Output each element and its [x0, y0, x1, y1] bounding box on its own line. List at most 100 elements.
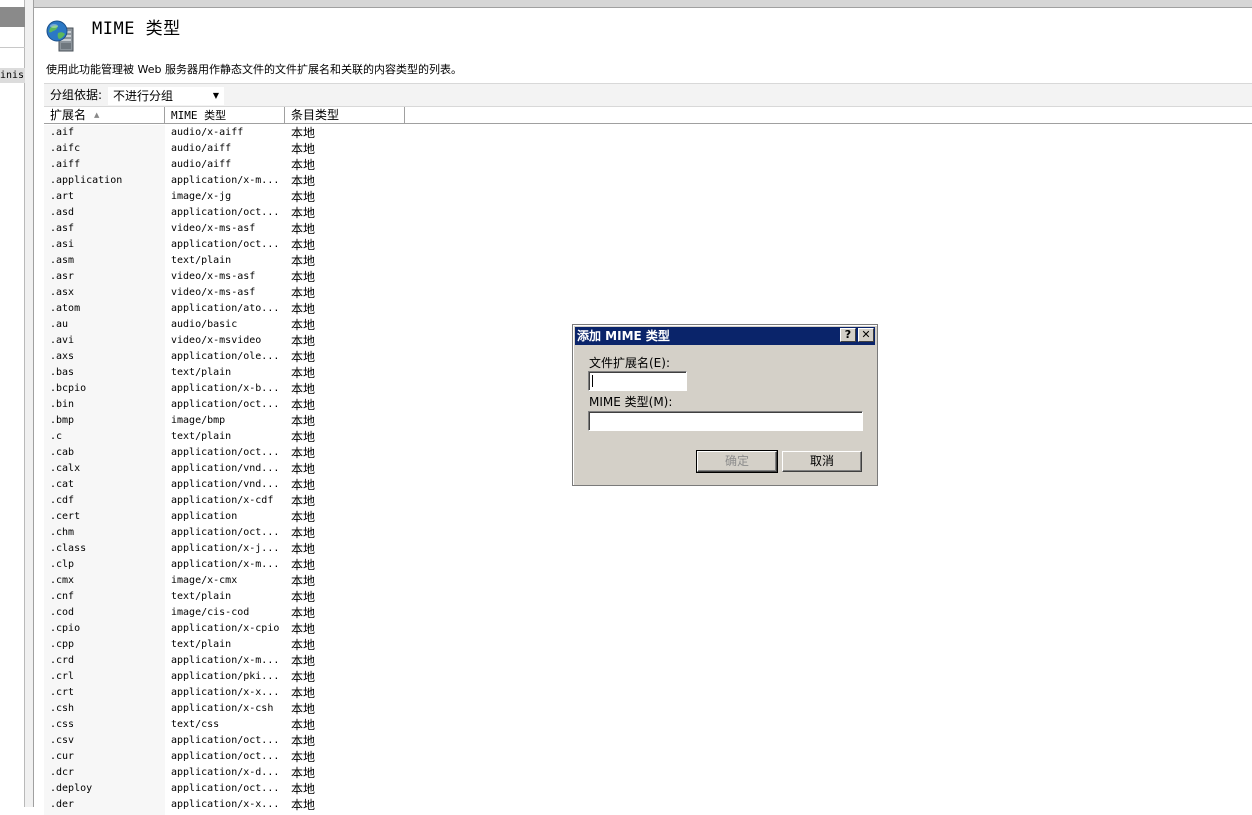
column-header-extension[interactable]: 扩展名 ▲	[44, 107, 165, 124]
entry-type-cell: 本地	[291, 270, 316, 284]
mime-type-cell: image/x-cmx	[171, 575, 238, 586]
table-row[interactable]: .aiff audio/aiff 本地	[44, 157, 1252, 173]
extension-cell: .cod	[50, 607, 75, 618]
mime-type-cell: application/oct...	[171, 207, 280, 218]
entry-type-cell: 本地	[291, 462, 316, 476]
table-row[interactable]: .aif audio/x-aiff 本地	[44, 125, 1252, 141]
table-row[interactable]: .dcr application/x-d... 本地	[44, 765, 1252, 781]
entry-type-cell: 本地	[291, 750, 316, 764]
entry-type-cell: 本地	[291, 638, 316, 652]
top-strip	[34, 0, 1252, 8]
table-row[interactable]: .chm application/oct... 本地	[44, 525, 1252, 541]
mime-type-cell: video/x-ms-asf	[171, 287, 256, 298]
mime-type-cell: image/bmp	[171, 415, 226, 426]
tree-node-selected[interactable]: inis	[0, 68, 25, 83]
table-row[interactable]: .aifc audio/aiff 本地	[44, 141, 1252, 157]
table-row[interactable]: .atom application/ato... 本地	[44, 301, 1252, 317]
mime-type-label: MIME 类型(M):	[589, 395, 673, 409]
extension-cell: .bin	[50, 399, 75, 410]
entry-type-cell: 本地	[291, 430, 316, 444]
table-row[interactable]: .asx video/x-ms-asf 本地	[44, 285, 1252, 301]
cancel-button[interactable]: 取消	[782, 451, 862, 472]
mime-type-field[interactable]	[588, 411, 863, 431]
column-header-mime-type[interactable]: MIME 类型	[165, 107, 285, 124]
table-row[interactable]: .cnf text/plain 本地	[44, 589, 1252, 605]
table-row[interactable]: .art image/x-jg 本地	[44, 189, 1252, 205]
mime-type-cell: text/plain	[171, 367, 232, 378]
entry-type-cell: 本地	[291, 302, 316, 316]
table-row[interactable]: .asd application/oct... 本地	[44, 205, 1252, 221]
mime-type-cell: application/x-d...	[171, 767, 280, 778]
mime-type-cell: video/x-ms-asf	[171, 223, 256, 234]
table-row[interactable]: .der application/x-x... 本地	[44, 797, 1252, 813]
table-row[interactable]: .csh application/x-csh 本地	[44, 701, 1252, 717]
table-row[interactable]: .class application/x-j... 本地	[44, 541, 1252, 557]
extension-field[interactable]	[588, 371, 687, 391]
help-icon[interactable]: ?	[840, 328, 856, 342]
entry-type-cell: 本地	[291, 254, 316, 268]
table-row[interactable]: .cur application/oct... 本地	[44, 749, 1252, 765]
entry-type-cell: 本地	[291, 654, 316, 668]
table-row[interactable]: .deploy application/oct... 本地	[44, 781, 1252, 797]
table-row[interactable]: .asm text/plain 本地	[44, 253, 1252, 269]
extension-cell: .avi	[50, 335, 75, 346]
dropdown-arrow-icon[interactable]: ▼	[209, 88, 223, 104]
entry-type-cell: 本地	[291, 222, 316, 236]
table-row[interactable]: .cpp text/plain 本地	[44, 637, 1252, 653]
ok-button[interactable]: 确定	[696, 450, 778, 473]
dialog-titlebar[interactable]: 添加 MIME 类型 ? ✕	[575, 327, 875, 345]
table-row[interactable]: .cdf application/x-cdf 本地	[44, 493, 1252, 509]
table-row[interactable]: .application application/x-m... 本地	[44, 173, 1252, 189]
entry-type-cell: 本地	[291, 350, 316, 364]
mime-type-cell: application/x-csh	[171, 703, 274, 714]
extension-cell: .cur	[50, 751, 75, 762]
mime-type-cell: application/oct...	[171, 239, 280, 250]
extension-cell: .deploy	[50, 783, 93, 794]
extension-cell: .aiff	[50, 159, 81, 170]
table-row[interactable]: .clp application/x-m... 本地	[44, 557, 1252, 573]
mime-type-cell: text/plain	[171, 639, 232, 650]
mime-type-cell: application/x-b...	[171, 383, 280, 394]
entry-type-cell: 本地	[291, 366, 316, 380]
mime-type-cell: application/x-m...	[171, 559, 280, 570]
extension-cell: .art	[50, 191, 75, 202]
table-row[interactable]: .csv application/oct... 本地	[44, 733, 1252, 749]
extension-cell: .cpio	[50, 623, 81, 634]
column-header-entry-type[interactable]: 条目类型	[285, 107, 405, 124]
extension-label: 文件扩展名(E):	[589, 356, 670, 370]
table-row[interactable]: .crt application/x-x... 本地	[44, 685, 1252, 701]
table-row[interactable]: .asf video/x-ms-asf 本地	[44, 221, 1252, 237]
entry-type-cell: 本地	[291, 190, 316, 204]
table-row[interactable]: .cert application 本地	[44, 509, 1252, 525]
extension-cell: .asd	[50, 207, 75, 218]
table-row[interactable]: .cmx image/x-cmx 本地	[44, 573, 1252, 589]
extension-cell: .class	[50, 543, 87, 554]
mime-type-cell: application	[171, 511, 238, 522]
entry-type-cell: 本地	[291, 158, 316, 172]
close-icon[interactable]: ✕	[858, 328, 874, 342]
entry-type-cell: 本地	[291, 414, 316, 428]
mime-type-cell: audio/aiff	[171, 159, 232, 170]
extension-cell: .cab	[50, 447, 75, 458]
groupby-select[interactable]: 不进行分组 ▼	[108, 87, 224, 105]
table-row[interactable]: .asr video/x-ms-asf 本地	[44, 269, 1252, 285]
extension-cell: .asr	[50, 271, 75, 282]
table-row[interactable]: .cpio application/x-cpio 本地	[44, 621, 1252, 637]
mime-type-cell: image/x-jg	[171, 191, 232, 202]
table-row[interactable]: .crl application/pki... 本地	[44, 669, 1252, 685]
entry-type-cell: 本地	[291, 318, 316, 332]
extension-cell: .cert	[50, 511, 81, 522]
left-pane-tab[interactable]	[0, 7, 25, 27]
extension-cell: .dcr	[50, 767, 75, 778]
pane-splitter[interactable]	[25, 0, 34, 807]
table-row[interactable]: .css text/css 本地	[44, 717, 1252, 733]
entry-type-cell: 本地	[291, 670, 316, 684]
table-row[interactable]: .crd application/x-m... 本地	[44, 653, 1252, 669]
entry-type-cell: 本地	[291, 334, 316, 348]
mime-type-cell: application/x-x...	[171, 799, 280, 810]
entry-type-cell: 本地	[291, 526, 316, 540]
groupby-selected-value: 不进行分组	[113, 89, 174, 103]
table-row[interactable]: .asi application/oct... 本地	[44, 237, 1252, 253]
table-row[interactable]: .cod image/cis-cod 本地	[44, 605, 1252, 621]
extension-cell: .bmp	[50, 415, 75, 426]
